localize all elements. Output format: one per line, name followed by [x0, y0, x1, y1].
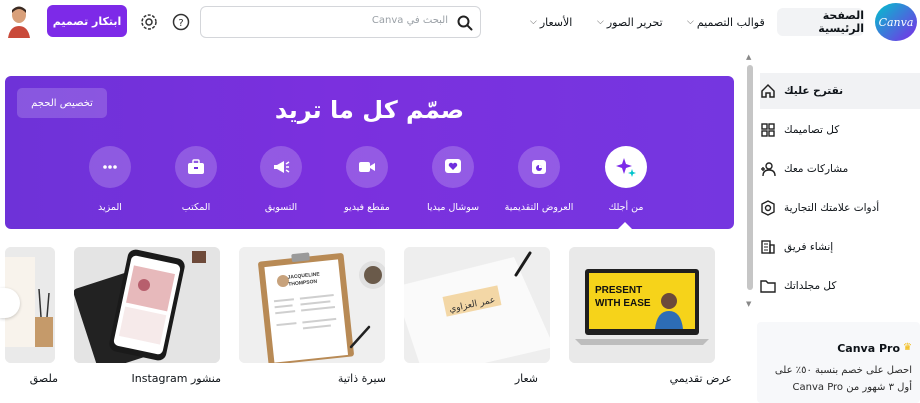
category-label: المكتب	[181, 202, 211, 213]
heart-icon	[432, 146, 474, 188]
brand-icon	[760, 200, 776, 216]
megaphone-icon	[260, 146, 302, 188]
category-label: التسويق	[264, 202, 298, 213]
template-card-instagram[interactable]	[74, 247, 220, 363]
grid-icon	[760, 122, 776, 138]
business-card-preview: عمر العزاوي	[404, 247, 550, 363]
create-design-button[interactable]: ابتكار تصميم	[47, 5, 127, 37]
laptop-preview: PRESENT WITH EASE	[569, 247, 715, 363]
sidebar-item-all-designs[interactable]: كل تصاميمك	[760, 112, 920, 148]
nav-templates[interactable]: قوالب التصميم ⌵	[687, 8, 765, 36]
briefcase-icon	[175, 146, 217, 188]
preview-text-2: WITH EASE	[595, 298, 651, 309]
sidebar-item-label: مشاركات معك	[784, 163, 849, 175]
people-icon	[760, 161, 776, 177]
sidebar-item-for-you[interactable]: نقترح عليك	[760, 73, 920, 109]
canva-logo[interactable]: Canva	[875, 3, 917, 41]
template-card-logo[interactable]: عمر العزاوي	[404, 247, 550, 363]
settings-icon[interactable]	[138, 11, 160, 33]
category-office[interactable]: المكتب	[156, 146, 236, 213]
banner-title: صمّم كل ما تريد	[274, 96, 465, 124]
sidebar-item-create-team[interactable]: إنشاء فريق	[760, 229, 920, 265]
sidebar-item-label: أدوات علامتك التجارية	[784, 202, 880, 214]
nav-pricing[interactable]: الأسعار ⌵	[530, 8, 572, 36]
category-video[interactable]: مقطع فيديو	[327, 146, 407, 213]
category-for-you[interactable]: من أجلك	[586, 146, 666, 213]
sidebar-item-label: إنشاء فريق	[784, 241, 834, 253]
template-label: عرض تقديمي	[669, 372, 732, 385]
svg-text:?: ?	[178, 18, 183, 29]
nav-templates-label: قوالب التصميم	[696, 15, 765, 29]
template-label: سيرة ذاتية	[337, 372, 386, 385]
chevron-down-icon: ⌵	[597, 17, 604, 27]
template-label: منشور Instagram	[131, 372, 221, 385]
nav-home[interactable]: الصفحة الرئيسية	[777, 8, 864, 36]
chevron-down-icon: ⌵	[687, 17, 694, 27]
preview-text-1: PRESENT	[595, 285, 642, 296]
category-label: المزيد	[98, 202, 122, 213]
category-label: سوشال ميديا	[426, 202, 480, 213]
category-presentations[interactable]: العروض التقديمية	[499, 146, 579, 213]
scroll-down-icon[interactable]: ▼	[746, 300, 751, 308]
phone-preview	[74, 247, 220, 363]
nav-photo-edit[interactable]: تحرير الصور ⌵	[597, 8, 663, 36]
home-icon	[760, 83, 776, 99]
category-social-media[interactable]: سوشال ميديا	[413, 146, 493, 213]
sidebar-item-brand[interactable]: أدوات علامتك التجارية	[760, 190, 920, 226]
sidebar-item-folders[interactable]: كل مجلداتك	[760, 268, 920, 304]
video-icon	[346, 146, 388, 188]
active-category-pointer	[617, 222, 633, 229]
category-label: من أجلك	[608, 202, 644, 213]
scroll-thumb[interactable]	[747, 65, 753, 290]
nav-pricing-label: الأسعار	[539, 15, 573, 29]
presentation-icon	[518, 146, 560, 188]
template-card-resume[interactable]: JACQUELINE THOMPSON	[239, 247, 385, 363]
search-input[interactable]: البحث في Canva	[200, 6, 481, 38]
folder-icon	[760, 278, 776, 294]
hero-banner: صمّم كل ما تريد تخصيص الحجم من أجلك العر…	[5, 76, 734, 229]
pro-title: Canva Pro	[837, 342, 900, 355]
scroll-up-icon[interactable]: ▲	[746, 53, 751, 61]
template-label: ملصق	[29, 372, 58, 385]
category-more[interactable]: المزيد	[70, 146, 150, 213]
chevron-down-icon: ⌵	[530, 17, 537, 27]
sidebar-item-label: كل مجلداتك	[784, 280, 837, 292]
sidebar-item-shared[interactable]: مشاركات معك	[760, 151, 920, 187]
sidebar-item-label: نقترح عليك	[784, 85, 844, 97]
custom-size-button[interactable]: تخصيص الحجم	[17, 88, 107, 118]
category-label: العروض التقديمية	[504, 202, 574, 213]
building-icon	[760, 239, 776, 255]
search-placeholder: البحث في Canva	[371, 15, 448, 26]
avatar[interactable]	[6, 4, 32, 38]
pro-promo[interactable]: ♛ Canva Pro احصل على خصم بنسبة ٥٠٪ على أ…	[757, 322, 920, 403]
more-icon	[89, 146, 131, 188]
resume-preview: JACQUELINE THOMPSON	[239, 247, 385, 363]
crown-icon: ♛	[903, 342, 912, 353]
search-icon	[457, 15, 473, 31]
template-label: شعار	[514, 372, 538, 385]
sidebar-item-label: كل تصاميمك	[784, 124, 840, 136]
pro-text: احصل على خصم بنسبة ٥٠٪ على أول ٣ شهور من…	[774, 365, 912, 393]
logo-text: Canva	[878, 15, 914, 29]
help-icon[interactable]: ?	[170, 11, 192, 33]
category-marketing[interactable]: التسويق	[241, 146, 321, 213]
nav-photo-edit-label: تحرير الصور	[606, 15, 663, 29]
template-card-presentation[interactable]: PRESENT WITH EASE	[569, 247, 715, 363]
sparkle-icon	[605, 146, 647, 188]
category-label: مقطع فيديو	[344, 202, 390, 213]
top-header: Canva الصفحة الرئيسية قوالب التصميم ⌵ تح…	[0, 0, 920, 44]
